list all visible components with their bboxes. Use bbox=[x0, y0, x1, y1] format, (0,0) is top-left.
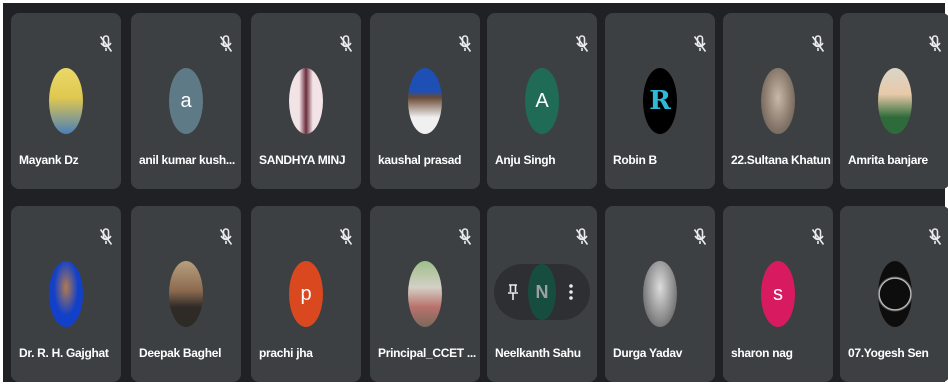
mic-off-icon bbox=[928, 35, 942, 53]
participant-tile[interactable]: SANDHYA MINJ bbox=[251, 13, 361, 189]
avatar bbox=[878, 261, 912, 327]
participant-name: anil kumar kush... bbox=[139, 153, 235, 167]
avatar bbox=[643, 261, 677, 327]
participant-tile[interactable]: Dr. R. H. Gajghat bbox=[11, 206, 121, 382]
participant-tile[interactable]: s sharon nag bbox=[723, 206, 833, 382]
avatar-letter: p bbox=[300, 282, 312, 305]
participant-name: Neelkanth Sahu bbox=[495, 346, 581, 360]
avatar bbox=[408, 68, 442, 134]
participant-tile[interactable]: R Robin B bbox=[605, 13, 715, 189]
participant-tile[interactable]: N Neelkanth Sahu bbox=[487, 206, 597, 382]
avatar bbox=[761, 68, 795, 134]
mic-off-icon bbox=[693, 35, 707, 53]
participant-name: Robin B bbox=[613, 153, 657, 167]
avatar-letter: A bbox=[535, 89, 549, 112]
avatar: a bbox=[169, 68, 203, 134]
participant-tile[interactable]: Mayank Dz bbox=[11, 13, 121, 189]
participant-tile[interactable]: Amrita banjare bbox=[840, 13, 948, 189]
participant-tile[interactable]: 07.Yogesh Sen bbox=[840, 206, 948, 382]
participant-name: 07.Yogesh Sen bbox=[848, 346, 929, 360]
mic-off-icon bbox=[458, 35, 472, 53]
participant-name: Dr. R. H. Gajghat bbox=[19, 346, 109, 360]
mic-off-icon bbox=[928, 228, 942, 246]
mic-off-icon bbox=[458, 228, 472, 246]
participant-name: Mayank Dz bbox=[19, 153, 79, 167]
mic-off-icon bbox=[575, 35, 589, 53]
mic-off-icon bbox=[339, 35, 353, 53]
participant-name: Amrita banjare bbox=[848, 153, 928, 167]
avatar bbox=[49, 68, 83, 134]
mic-off-icon bbox=[811, 228, 825, 246]
avatar: R bbox=[643, 68, 677, 134]
avatar: p bbox=[289, 261, 323, 327]
participant-name: Anju Singh bbox=[495, 153, 556, 167]
mic-off-icon bbox=[339, 228, 353, 246]
avatar bbox=[49, 261, 83, 327]
avatar bbox=[289, 68, 323, 134]
avatar bbox=[878, 68, 912, 134]
participant-tile[interactable]: Principal_CCET ... bbox=[370, 206, 480, 382]
avatar: s bbox=[761, 261, 795, 327]
participant-tile[interactable]: a anil kumar kush... bbox=[131, 13, 241, 189]
participant-tile[interactable]: A Anju Singh bbox=[487, 13, 597, 189]
mic-off-icon bbox=[575, 228, 589, 246]
avatar-letter: a bbox=[180, 89, 192, 112]
participant-tile[interactable]: p prachi jha bbox=[251, 206, 361, 382]
participant-name: 22.Sultana Khatun bbox=[731, 153, 831, 167]
mic-off-icon bbox=[693, 228, 707, 246]
mic-off-icon bbox=[99, 228, 113, 246]
participant-tile[interactable]: 22.Sultana Khatun bbox=[723, 13, 833, 189]
participant-name: SANDHYA MINJ bbox=[259, 153, 346, 167]
avatar bbox=[169, 261, 203, 327]
mic-off-icon bbox=[811, 35, 825, 53]
participant-tile[interactable]: kaushal prasad bbox=[370, 13, 480, 189]
participant-name: Principal_CCET ... bbox=[378, 346, 476, 360]
participant-tile[interactable]: Durga Yadav bbox=[605, 206, 715, 382]
participant-name: sharon nag bbox=[731, 346, 793, 360]
more-vert-icon[interactable] bbox=[562, 279, 580, 305]
avatar-letter: N bbox=[535, 281, 549, 302]
mic-off-icon bbox=[219, 35, 233, 53]
meeting-grid: Mayank Dz a anil kumar kush... SANDHYA M… bbox=[3, 3, 948, 382]
tile-hover-controls: N bbox=[494, 264, 590, 320]
mic-off-icon bbox=[219, 228, 233, 246]
participant-name: Durga Yadav bbox=[613, 346, 683, 360]
participant-name: Deepak Baghel bbox=[139, 346, 222, 360]
avatar bbox=[408, 261, 442, 327]
avatar-letter: s bbox=[773, 282, 783, 305]
avatar: N bbox=[528, 264, 556, 320]
mic-off-icon bbox=[99, 35, 113, 53]
participant-name: kaushal prasad bbox=[378, 153, 462, 167]
pin-icon[interactable] bbox=[504, 279, 522, 305]
participant-name: prachi jha bbox=[259, 346, 313, 360]
participant-tile[interactable]: Deepak Baghel bbox=[131, 206, 241, 382]
avatar: A bbox=[525, 68, 559, 134]
